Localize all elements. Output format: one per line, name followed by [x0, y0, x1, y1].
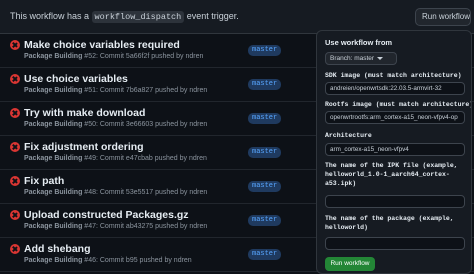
run-title[interactable]: Try with make download: [24, 107, 145, 119]
package-name-input[interactable]: [325, 237, 465, 250]
run-commit-detail: #48: Commit 53e5517 pushed by ndren: [82, 189, 208, 196]
sdk-image-input[interactable]: andreien/openwrtsdk:22.03.5-armvirt-32: [325, 82, 465, 95]
x-circle-icon: [10, 142, 20, 152]
sdk-image-label: SDK image (must match architecture): [325, 72, 462, 79]
run-detail: Package Building #48: Commit 53e5517 pus…: [24, 189, 207, 196]
run-commit-detail: #47: Commit ab43275 pushed by ndren: [82, 223, 208, 230]
ipk-file-label: The name of the IPK file (example, hello…: [325, 162, 458, 187]
branch-badge[interactable]: master: [248, 45, 282, 56]
architecture-label: Architecture: [325, 132, 372, 139]
x-circle-icon: [10, 108, 20, 118]
run-workflow-name: Package Building: [24, 87, 83, 94]
run-commit-detail: #51: Commit 7b6a827 pushed by ndren: [82, 87, 208, 94]
architecture-input[interactable]: arm_cortex-a15_neon-vfpv4: [325, 143, 465, 156]
banner-text: This workflow has a workflow_dispatch ev…: [10, 11, 239, 23]
run-commit-detail: #49: Commit e47cbab pushed by ndren: [82, 155, 207, 162]
branch-select-label: Branch: master: [330, 55, 375, 62]
branch-badge[interactable]: master: [248, 79, 282, 90]
run-workflow-name: Package Building: [24, 223, 83, 230]
banner-text-before: This workflow has a: [10, 11, 92, 21]
rootfs-image-input[interactable]: openwrtrootfs:arm_cortex-a15_neon-vfpv4-…: [325, 111, 465, 124]
run-detail: Package Building #46: Commit b95 pushed …: [24, 257, 192, 264]
run-detail: Package Building #52: Commit 5a66f2f pus…: [24, 53, 203, 60]
run-commit-detail: #50: Commit 3e66603 pushed by ndren: [82, 121, 208, 128]
rootfs-image-label: Rootfs image (must match architecture): [325, 101, 472, 108]
run-title[interactable]: Upload constructed Packages.gz: [24, 209, 189, 221]
run-detail: Package Building #49: Commit e47cbab pus…: [24, 155, 207, 162]
x-circle-icon: [10, 176, 20, 186]
run-commit-detail: #46: Commit b95 pushed by ndren: [82, 257, 192, 264]
package-name-label: The name of the package (example, hellow…: [325, 215, 454, 231]
run-workflow-name: Package Building: [24, 53, 83, 60]
branch-select[interactable]: Branch: master: [325, 52, 397, 65]
run-workflow-name: Package Building: [24, 155, 83, 162]
branch-badge[interactable]: master: [248, 147, 282, 158]
run-commit-detail: #52: Commit 5a66f2f pushed by ndren: [82, 53, 204, 60]
x-circle-icon: [10, 244, 20, 254]
panel-title: Use workflow from: [325, 38, 393, 47]
branch-badge[interactable]: master: [248, 113, 282, 124]
chevron-down-icon: [377, 56, 384, 60]
run-workflow-name: Package Building: [24, 121, 83, 128]
run-workflow-label: Run workflow: [422, 12, 471, 21]
run-workflow-name: Package Building: [24, 189, 83, 196]
ipk-file-input[interactable]: [325, 195, 465, 208]
run-title[interactable]: Make choice variables required: [24, 39, 180, 51]
x-circle-icon: [10, 74, 20, 84]
run-title[interactable]: Fix adjustment ordering: [24, 141, 144, 153]
run-title[interactable]: Add shebang: [24, 243, 91, 255]
workflow-banner: This workflow has a workflow_dispatch ev…: [0, 0, 474, 34]
run-detail: Package Building #50: Commit 3e66603 pus…: [24, 121, 207, 128]
run-workflow-name: Package Building: [24, 257, 83, 264]
x-circle-icon: [10, 210, 20, 220]
x-circle-icon: [10, 40, 20, 50]
banner-code: workflow_dispatch: [91, 11, 185, 23]
run-detail: Package Building #47: Commit ab43275 pus…: [24, 223, 207, 230]
run-detail: Package Building #51: Commit 7b6a827 pus…: [24, 87, 207, 94]
run-title[interactable]: Use choice variables: [24, 73, 128, 85]
banner-text-after: event trigger.: [184, 11, 239, 21]
run-workflow-dropdown-button[interactable]: Run workflow: [415, 8, 471, 26]
run-workflow-submit-button[interactable]: Run workflow: [325, 257, 375, 271]
branch-badge[interactable]: master: [248, 181, 282, 192]
branch-badge[interactable]: master: [248, 215, 282, 226]
run-workflow-panel: Use workflow from Branch: master SDK ima…: [316, 30, 472, 274]
run-title[interactable]: Fix path: [24, 175, 64, 187]
branch-badge[interactable]: master: [248, 249, 282, 260]
